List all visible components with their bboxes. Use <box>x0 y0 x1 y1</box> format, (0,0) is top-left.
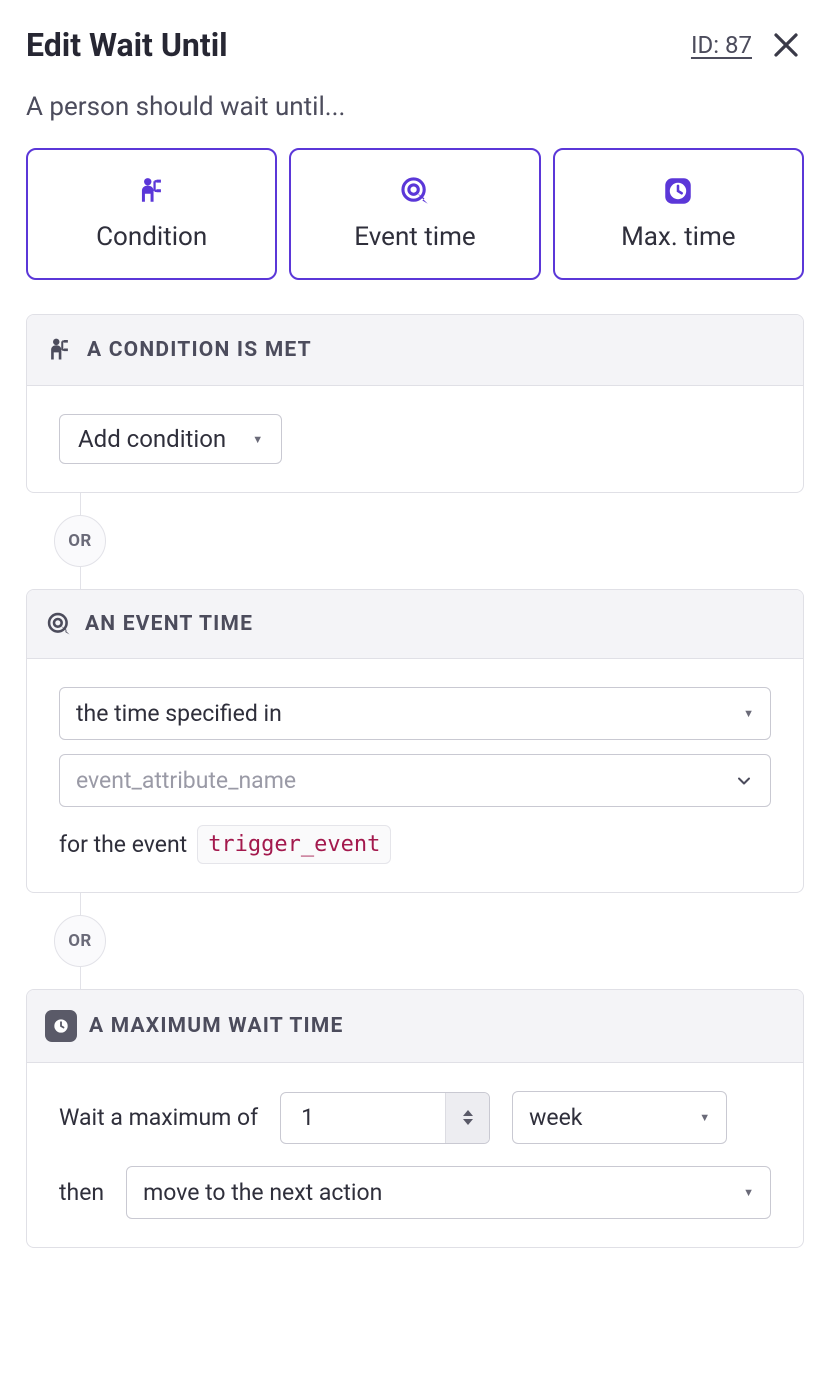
for-event-label: for the event <box>59 831 187 858</box>
event-time-section: AN EVENT TIME the time specified in ▼ ev… <box>26 589 804 893</box>
caret-down-icon: ▼ <box>699 1111 710 1124</box>
page-title: Edit Wait Until <box>26 26 228 64</box>
then-action-select[interactable]: move to the next action ▼ <box>126 1166 771 1219</box>
or-badge: OR <box>54 515 106 567</box>
section-title: AN EVENT TIME <box>85 612 253 636</box>
person-branch-icon <box>45 335 75 365</box>
select-value: the time specified in <box>76 700 282 727</box>
tab-label: Condition <box>96 222 207 252</box>
wait-amount-stepper[interactable]: 1 <box>280 1092 490 1144</box>
combobox-placeholder: event_attribute_name <box>76 767 296 794</box>
tab-label: Max. time <box>621 222 735 252</box>
tab-max-time[interactable]: Max. time <box>553 148 804 280</box>
close-icon <box>771 30 801 60</box>
or-connector: OR <box>26 493 804 589</box>
or-connector: OR <box>26 893 804 989</box>
event-attribute-combobox[interactable]: event_attribute_name <box>59 754 771 807</box>
select-value: week <box>529 1104 582 1131</box>
wait-max-label: Wait a maximum of <box>59 1104 258 1131</box>
max-time-section: A MAXIMUM WAIT TIME Wait a maximum of 1 … <box>26 989 804 1248</box>
caret-down-icon: ▼ <box>743 1186 754 1199</box>
cursor-target-icon <box>45 610 73 638</box>
subtitle: A person should wait until... <box>26 92 804 122</box>
cursor-target-icon <box>398 174 432 208</box>
select-value: move to the next action <box>143 1179 382 1206</box>
add-condition-dropdown[interactable]: Add condition ▼ <box>59 414 282 464</box>
then-label: then <box>59 1179 104 1206</box>
condition-section: A CONDITION IS MET Add condition ▼ <box>26 314 804 493</box>
caret-down-icon: ▼ <box>743 707 754 720</box>
stepper-icon <box>445 1093 489 1143</box>
tab-condition[interactable]: Condition <box>26 148 277 280</box>
clock-icon <box>661 174 695 208</box>
clock-icon <box>45 1010 77 1042</box>
or-badge: OR <box>54 915 106 967</box>
event-name-chip: trigger_event <box>197 825 391 864</box>
chevron-down-icon <box>734 771 754 791</box>
wait-amount-value: 1 <box>281 1093 445 1143</box>
section-title: A CONDITION IS MET <box>87 338 312 362</box>
id-link[interactable]: ID: 87 <box>691 31 752 59</box>
close-button[interactable] <box>768 27 804 63</box>
person-branch-icon <box>135 174 169 208</box>
wait-unit-select[interactable]: week ▼ <box>512 1091 727 1144</box>
event-time-mode-select[interactable]: the time specified in ▼ <box>59 687 771 740</box>
section-title: A MAXIMUM WAIT TIME <box>89 1014 344 1038</box>
tab-label: Event time <box>354 222 475 252</box>
tab-event-time[interactable]: Event time <box>289 148 540 280</box>
add-condition-label: Add condition <box>78 425 226 453</box>
caret-down-icon: ▼ <box>252 433 263 446</box>
